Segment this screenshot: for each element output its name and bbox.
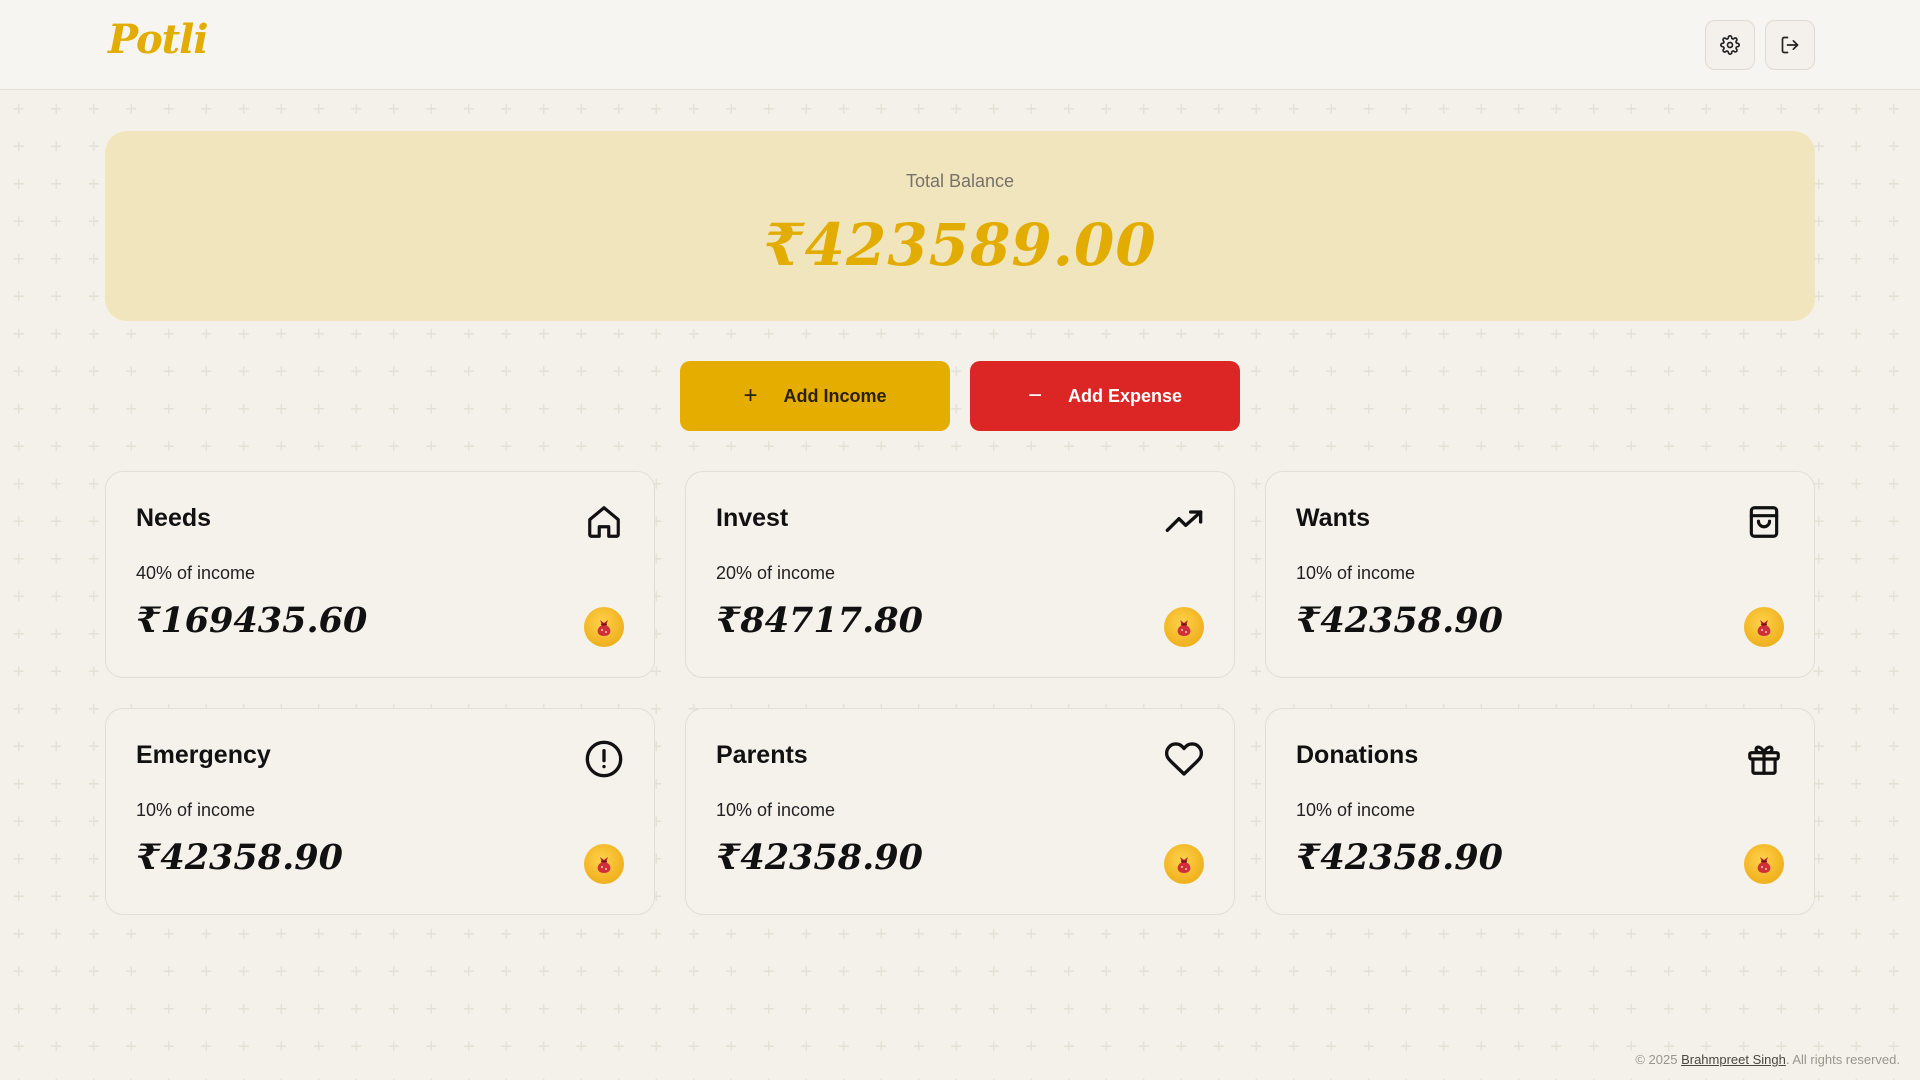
card-invest[interactable]: Invest 20% of income ₹84717.80 xyxy=(685,471,1235,678)
footer-prefix: © 2025 xyxy=(1635,1052,1682,1067)
gear-icon xyxy=(1720,35,1740,55)
footer-copyright: © 2025 Brahmpreet Singh. All rights rese… xyxy=(1635,1052,1900,1067)
total-balance-panel: Total Balance ₹423589.00 xyxy=(105,131,1815,321)
add-expense-button[interactable]: − Add Expense xyxy=(970,361,1240,431)
app-logo[interactable]: Potli xyxy=(108,16,209,63)
card-percentage: 20% of income xyxy=(716,563,836,583)
add-expense-label: Add Expense xyxy=(1067,385,1183,406)
card-emergency[interactable]: Emergency 10% of income ₹42358.90 xyxy=(105,708,655,915)
gift-icon xyxy=(1744,739,1784,779)
logout-icon xyxy=(1781,36,1799,54)
card-needs[interactable]: Needs 40% of income ₹169435.60 xyxy=(105,471,655,678)
total-balance-label: Total Balance xyxy=(905,171,1015,191)
card-percentage: 10% of income xyxy=(1296,563,1416,583)
shopping-bag-icon xyxy=(1744,502,1784,542)
add-income-button[interactable]: + Add Income xyxy=(680,361,950,431)
money-bag-icon xyxy=(1164,844,1204,884)
card-wants[interactable]: Wants 10% of income ₹42358.90 xyxy=(1265,471,1815,678)
card-amount: ₹169435.60 xyxy=(136,600,368,641)
card-amount: ₹42358.90 xyxy=(716,837,924,878)
money-bag-icon xyxy=(1744,607,1784,647)
top-header: Potli xyxy=(0,0,1920,90)
card-amount: ₹42358.90 xyxy=(1296,837,1504,878)
heart-icon xyxy=(1164,739,1204,779)
settings-button[interactable] xyxy=(1705,20,1755,70)
footer-suffix: . All rights reserved. xyxy=(1785,1052,1900,1067)
card-title: Emergency xyxy=(136,741,271,769)
card-title: Needs xyxy=(136,504,212,532)
logout-button[interactable] xyxy=(1765,20,1815,70)
card-title: Invest xyxy=(716,504,789,532)
card-title: Wants xyxy=(1296,504,1371,532)
plus-icon: + xyxy=(743,382,758,409)
money-bag-icon xyxy=(1744,844,1784,884)
total-balance-amount: ₹423589.00 xyxy=(763,211,1157,279)
card-percentage: 10% of income xyxy=(136,800,256,820)
add-income-label: Add Income xyxy=(783,385,887,406)
card-title: Donations xyxy=(1296,741,1419,769)
dashboard-main: Total Balance ₹423589.00 + Add Income − … xyxy=(0,0,1920,1080)
money-bag-icon xyxy=(1164,607,1204,647)
money-bag-icon xyxy=(584,844,624,884)
author-link[interactable]: Brahmpreet Singh xyxy=(1681,1052,1786,1067)
minus-icon: − xyxy=(1027,382,1042,409)
card-percentage: 10% of income xyxy=(716,800,836,820)
trending-up-icon xyxy=(1164,502,1204,542)
card-parents[interactable]: Parents 10% of income ₹42358.90 xyxy=(685,708,1235,915)
card-amount: ₹42358.90 xyxy=(1296,600,1504,641)
money-bag-icon xyxy=(584,607,624,647)
card-percentage: 40% of income xyxy=(136,563,256,583)
card-donations[interactable]: Donations 10% of income ₹42358.90 xyxy=(1265,708,1815,915)
alert-circle-icon xyxy=(584,739,624,779)
card-title: Parents xyxy=(716,741,808,769)
card-amount: ₹42358.90 xyxy=(136,837,344,878)
card-percentage: 10% of income xyxy=(1296,800,1416,820)
home-icon xyxy=(584,502,624,542)
card-amount: ₹84717.80 xyxy=(716,600,924,641)
